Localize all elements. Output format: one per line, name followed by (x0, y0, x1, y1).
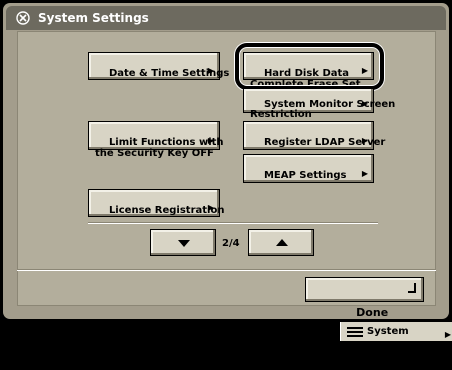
limit-functions-button[interactable]: Limit Functions with the Security Key OF… (88, 121, 224, 159)
return-icon (408, 283, 416, 293)
triangle-right-icon: ▶ (361, 136, 368, 145)
triangle-right-icon: ▶ (444, 330, 451, 339)
triangle-right-icon: ▶ (207, 203, 214, 212)
page-indicator: 2/4 (222, 238, 240, 249)
selection-highlight (235, 43, 384, 90)
window-title: System Settings (38, 11, 149, 25)
triangle-right-icon: ▶ (361, 99, 368, 108)
triangle-down-icon (178, 240, 190, 247)
register-ldap-server-button[interactable]: Register LDAP Server ▶ (243, 121, 385, 150)
done-label: Done (356, 306, 389, 319)
system-monitor-button[interactable]: System Monitor ▶ (340, 322, 452, 356)
footer-divider (17, 269, 436, 271)
date-time-settings-button[interactable]: Date & Time Settings ▶ (88, 52, 229, 80)
monitor-icon (347, 327, 363, 337)
triangle-right-icon: ▶ (361, 169, 368, 178)
limit-functions-label: Limit Functions with the Security Key OF… (95, 137, 224, 159)
meap-settings-label: MEAP Settings (263, 170, 347, 181)
page-down-button[interactable] (150, 229, 216, 256)
triangle-right-icon: ▶ (207, 66, 214, 75)
triangle-up-icon (276, 239, 288, 246)
system-settings-screen: System Settings Date & Time Settings ▶ H… (0, 0, 452, 356)
done-button[interactable]: Done (305, 277, 424, 319)
triangle-right-icon: ▶ (207, 136, 214, 145)
system-monitor-restriction-button[interactable]: System Monitor Screen Restriction ▶ (243, 88, 395, 120)
pagination-divider (88, 222, 378, 224)
license-registration-button[interactable]: License Registration ▶ (88, 189, 224, 217)
title-bar: System Settings (6, 6, 446, 30)
meap-settings-button[interactable]: MEAP Settings ▶ (243, 154, 374, 183)
system-monitor-label: System Monitor (367, 326, 411, 356)
page-up-button[interactable] (248, 229, 314, 256)
settings-icon (16, 11, 30, 25)
